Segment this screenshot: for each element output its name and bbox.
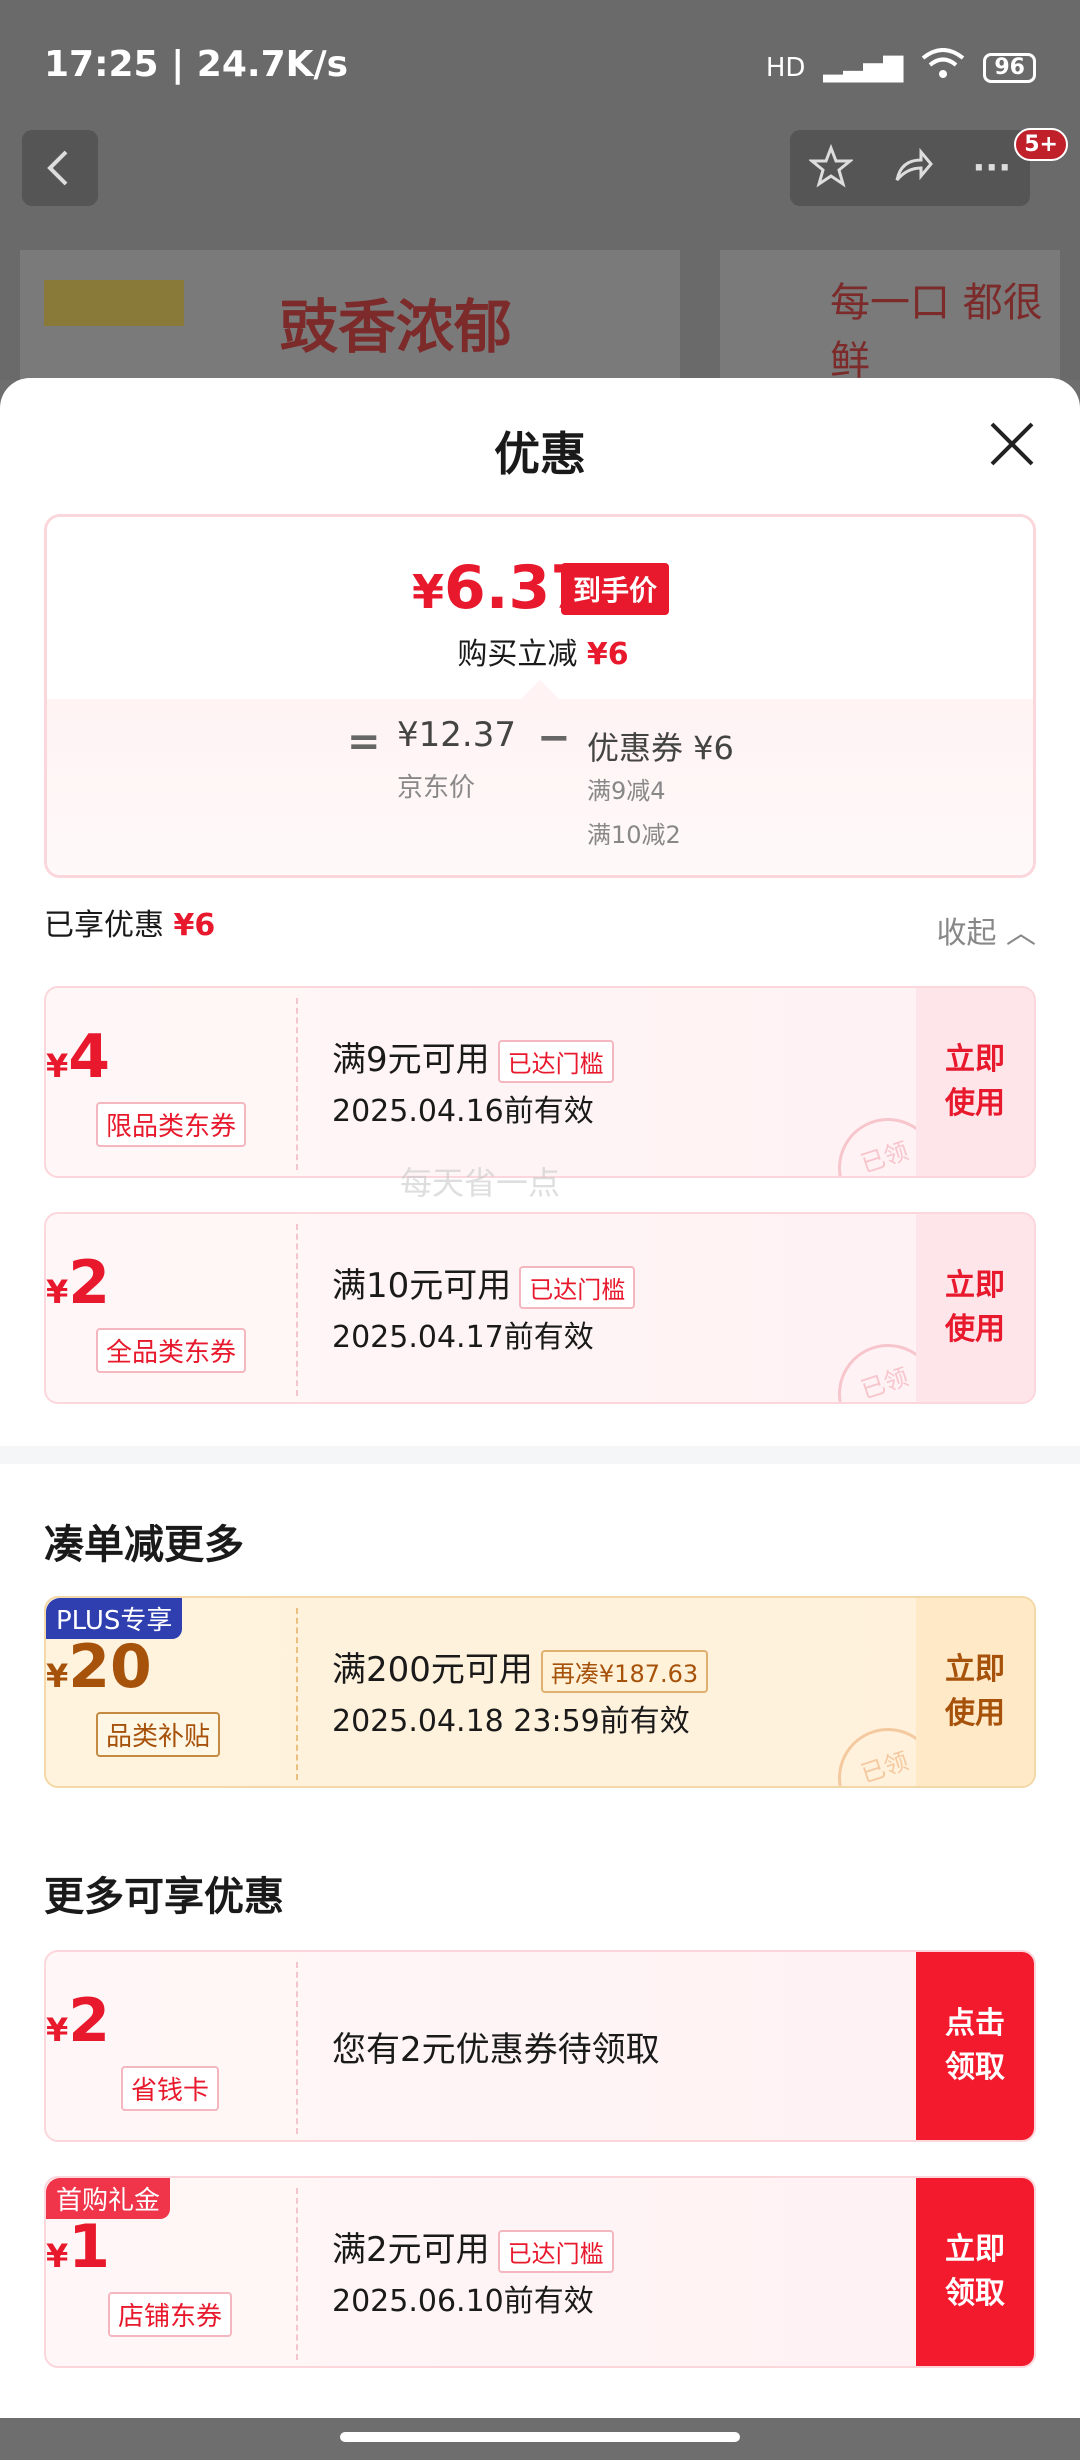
brand-logo bbox=[44, 280, 184, 326]
coupon-type: 品类补贴 bbox=[96, 1712, 221, 1757]
coupon-amount: ¥2 bbox=[46, 1986, 111, 2056]
banner-text: 豉香浓郁 bbox=[280, 293, 513, 361]
discount-sheet: 优惠 ¥6.37 到手价 购买立减 ¥6 = ¥12.37 京东价 − 优惠券 … bbox=[0, 378, 1080, 2418]
close-button[interactable] bbox=[986, 418, 1038, 470]
coupon-condition: 满10元可用 已达门槛 bbox=[332, 1258, 636, 1309]
price-breakdown-card: ¥6.37 到手价 购买立减 ¥6 = ¥12.37 京东价 − 优惠券 ¥6 … bbox=[44, 514, 1036, 878]
instant-discount: 购买立减 ¥6 bbox=[457, 637, 629, 672]
more-icon[interactable]: ··· bbox=[972, 148, 1011, 188]
coupon-date: 2025.04.16前有效 bbox=[332, 1094, 594, 1129]
top-actions: ··· bbox=[790, 130, 1030, 206]
network-label: HD bbox=[765, 52, 806, 83]
section-title-more: 凑单减更多 bbox=[44, 1522, 244, 1568]
share-icon[interactable] bbox=[891, 144, 935, 192]
message-badge: 5+ bbox=[1014, 128, 1068, 161]
divider bbox=[296, 1962, 298, 2134]
coupon-condition: 满9元可用 已达门槛 bbox=[332, 1032, 614, 1083]
status-time: 17:25 | 24.7K/s bbox=[44, 44, 349, 85]
coupon-card: ¥2 全品类东券 满10元可用 已达门槛 2025.04.17前有效 已领 立即使… bbox=[44, 1212, 1036, 1404]
use-coupon-button[interactable]: 立即 使用 bbox=[916, 1598, 1034, 1786]
coupon-condition: 满2元可用 已达门槛 bbox=[332, 2222, 614, 2273]
home-indicator[interactable] bbox=[340, 2432, 740, 2442]
coupon-type: 限品类东券 bbox=[96, 1102, 247, 1147]
minus-sign: − bbox=[537, 715, 571, 761]
coupon-amount: ¥4 bbox=[46, 1022, 111, 1092]
use-coupon-button[interactable]: 立即 使用 bbox=[916, 1214, 1034, 1402]
star-icon[interactable] bbox=[807, 143, 855, 192]
coupon-detail: 满9减4 bbox=[587, 777, 666, 805]
back-button[interactable] bbox=[22, 130, 98, 206]
coupon-date: 2025.06.10前有效 bbox=[332, 2284, 594, 2319]
section-title-extra: 更多可享优惠 bbox=[44, 1874, 284, 1920]
divider bbox=[296, 998, 298, 1170]
equals-sign: = bbox=[347, 719, 381, 765]
coupon-detail: 满10减2 bbox=[587, 821, 681, 849]
coupon-amount: ¥2 bbox=[46, 1248, 111, 1318]
jd-price-label: 京东价 bbox=[397, 773, 476, 803]
divider bbox=[296, 1608, 298, 1780]
close-icon bbox=[990, 422, 1034, 466]
coupon-amount: ¥1 bbox=[46, 2212, 111, 2282]
collapse-button[interactable]: 收起 ︿ bbox=[936, 908, 1036, 952]
sheet-title: 优惠 bbox=[494, 427, 586, 481]
wifi-icon bbox=[921, 48, 965, 87]
claim-button[interactable]: 点击 领取 bbox=[916, 1952, 1034, 2140]
divider bbox=[296, 2188, 298, 2360]
claim-button[interactable]: 立即 领取 bbox=[916, 2178, 1034, 2366]
status-icons: HD ▂▃▅▇ 96 bbox=[766, 48, 1036, 87]
coupon-amount: ¥20 bbox=[46, 1632, 152, 1702]
battery-icon: 96 bbox=[983, 52, 1036, 83]
section-divider bbox=[0, 1446, 1080, 1464]
jd-price: ¥12.37 bbox=[397, 715, 516, 755]
watermark: 每天省一点 bbox=[400, 1164, 561, 1202]
coupon-total: 优惠券 ¥6 bbox=[587, 729, 734, 767]
coupon-condition: 满200元可用 再凑¥187.63 bbox=[332, 1642, 709, 1693]
coupon-date: 2025.04.18 23:59前有效 bbox=[332, 1704, 690, 1739]
enjoyed-discount: 已享优惠 ¥6 bbox=[44, 908, 216, 943]
chevron-left-icon bbox=[47, 150, 68, 186]
shop-coupon-card: 首购礼金 ¥1 店铺东券 满2元可用 已达门槛 2025.06.10前有效 立即领… bbox=[44, 2176, 1036, 2368]
plus-coupon-card: PLUS专享 ¥20 品类补贴 满200元可用 再凑¥187.63 2025.04… bbox=[44, 1596, 1036, 1788]
coupon-type: 全品类东券 bbox=[96, 1328, 247, 1373]
coupon-type: 店铺东券 bbox=[108, 2292, 233, 2337]
coupon-date: 2025.04.17前有效 bbox=[332, 1320, 594, 1355]
saver-message: 您有2元优惠券待领取 bbox=[332, 2030, 660, 2070]
signal-icon: ▂▃▅▇ bbox=[823, 52, 904, 83]
divider bbox=[296, 1224, 298, 1396]
use-coupon-button[interactable]: 立即 使用 bbox=[916, 988, 1034, 1176]
coupon-card: ¥4 限品类东券 满9元可用 已达门槛 2025.04.16前有效 已领 立即 使用 bbox=[44, 986, 1036, 1178]
final-price-tag: 到手价 bbox=[561, 563, 670, 615]
banner-text-2: 每一口 都很鲜 bbox=[830, 280, 1043, 384]
coupon-type: 省钱卡 bbox=[121, 2066, 220, 2111]
saver-card: ¥2 省钱卡 您有2元优惠券待领取 点击 领取 bbox=[44, 1950, 1036, 2142]
